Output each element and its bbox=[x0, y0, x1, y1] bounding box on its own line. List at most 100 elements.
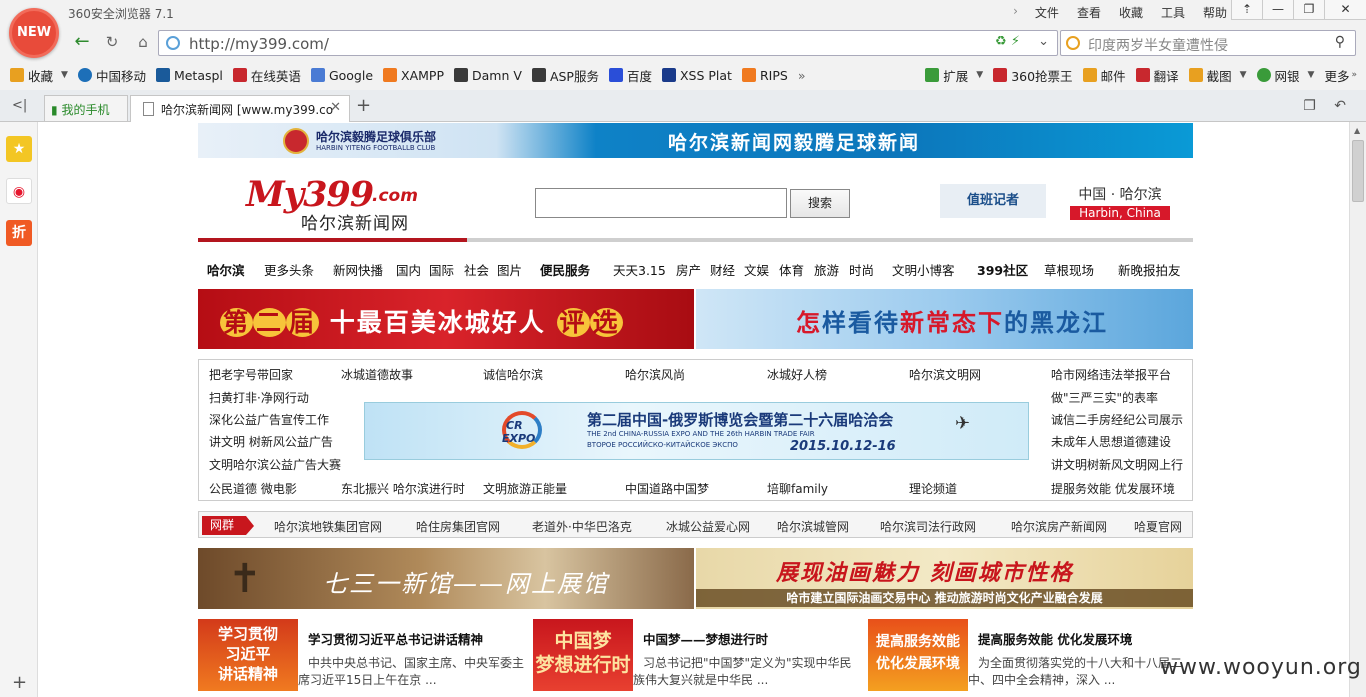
link-item[interactable]: 冰城道德故事 bbox=[341, 366, 413, 383]
toolbar-mail[interactable]: 邮件 bbox=[1078, 66, 1131, 85]
url-field[interactable]: http://my399.com/ ♻ ⚡ ⌄ bbox=[158, 30, 1058, 56]
vertical-scrollbar[interactable]: ▲ bbox=[1349, 122, 1366, 697]
close-button[interactable]: ✕ bbox=[1324, 0, 1366, 20]
link-item[interactable]: 诚信哈尔滨 bbox=[483, 366, 543, 383]
feature-thumbnail[interactable]: 提高服务效能 优化发展环境 bbox=[868, 619, 968, 691]
bookmark-dvwa[interactable]: Damn V bbox=[449, 68, 527, 83]
nav-international[interactable]: 国际 bbox=[429, 260, 454, 279]
nav-services[interactable]: 便民服务 bbox=[540, 260, 590, 279]
link-item[interactable]: 哈尔滨文明网 bbox=[909, 366, 981, 383]
menu-favorites[interactable]: 收藏 bbox=[1110, 4, 1152, 21]
refresh-button[interactable]: ↻ bbox=[100, 31, 124, 55]
link-item[interactable]: 中国道路中国梦 bbox=[625, 480, 709, 497]
nav-blog[interactable]: 文明小博客 bbox=[892, 260, 955, 279]
search-input[interactable]: 印度两岁半女童遭性侵 bbox=[1088, 35, 1228, 55]
link-item[interactable]: 诚信二手房经纪公司展示 bbox=[1051, 411, 1183, 428]
chevron-down-icon[interactable]: » bbox=[1351, 70, 1357, 80]
close-tab-icon[interactable]: ✕ bbox=[330, 100, 341, 115]
link-item[interactable]: 把老字号带回家 bbox=[209, 366, 293, 383]
new-normal-banner[interactable]: 怎样看待新常态下的黑龙江 bbox=[696, 289, 1193, 349]
bookmark-favorites[interactable]: 收藏 ▼ bbox=[0, 66, 73, 85]
chevron-down-icon[interactable]: ⌄ bbox=[1038, 34, 1049, 49]
site-group-link[interactable]: 老道外·中华巴洛克 bbox=[532, 518, 632, 535]
site-group-link[interactable]: 哈夏官网 bbox=[1134, 518, 1182, 535]
skin-icon[interactable]: ⇡ bbox=[1231, 0, 1262, 20]
url-text[interactable]: http://my399.com/ bbox=[189, 35, 329, 53]
scroll-thumb[interactable] bbox=[1352, 140, 1364, 202]
menu-help[interactable]: 帮助 bbox=[1194, 4, 1236, 21]
nav-community[interactable]: 399社区 bbox=[977, 260, 1028, 279]
bookmark-xampp[interactable]: XAMPP bbox=[378, 68, 449, 83]
menu-file[interactable]: 文件 bbox=[1026, 4, 1068, 21]
football-banner[interactable]: 哈尔滨毅腾足球俱乐部 HARBIN YITENG FOOTBALLB CLUB … bbox=[198, 123, 1193, 158]
toolbar-ticket[interactable]: 360抢票王 bbox=[988, 66, 1077, 85]
toolbar-translate[interactable]: 翻译 bbox=[1131, 66, 1184, 85]
site-group-link[interactable]: 哈尔滨司法行政网 bbox=[880, 518, 976, 535]
bookmark-rips[interactable]: RIPS bbox=[737, 68, 793, 83]
link-item[interactable]: 文明旅游正能量 bbox=[483, 480, 567, 497]
site-search-input[interactable] bbox=[535, 188, 787, 218]
feature-item-3[interactable]: 提高服务效能 优化发展环境 提高服务效能 优化发展环境 为全面贯彻落实党的十八大… bbox=[868, 619, 1198, 697]
toolbar-screenshot[interactable]: 截图 ▼ bbox=[1184, 66, 1252, 85]
nav-pictures[interactable]: 图片 bbox=[497, 260, 522, 279]
sidebar-toggle-icon[interactable]: <| bbox=[12, 98, 27, 113]
link-item[interactable]: 提服务效能 优发展环境 bbox=[1051, 480, 1175, 497]
nav-entertainment[interactable]: 文娱 bbox=[744, 260, 769, 279]
chevron-right-icon[interactable]: › bbox=[1013, 4, 1026, 21]
browser-new-badge[interactable]: NEW bbox=[9, 8, 59, 58]
add-sidebar-icon[interactable]: + bbox=[12, 672, 27, 693]
search-engine-icon[interactable] bbox=[1066, 36, 1080, 50]
bookmark-china-mobile[interactable]: 中国移动 bbox=[73, 66, 151, 85]
discount-icon[interactable]: 折 bbox=[6, 220, 32, 246]
search-field[interactable]: 印度两岁半女童遭性侵 ⚲ bbox=[1060, 30, 1356, 56]
site-group-link[interactable]: 冰城公益爱心网 bbox=[666, 518, 750, 535]
bookmarks-overflow-icon[interactable]: » bbox=[793, 68, 811, 83]
link-item[interactable]: 文明哈尔滨公益广告大赛 bbox=[209, 456, 341, 473]
link-item[interactable]: 讲文明树新风文明网上行 bbox=[1051, 456, 1183, 473]
bookmark-baidu[interactable]: 百度 bbox=[604, 66, 657, 85]
feature-item-2[interactable]: 中国梦 梦想进行时 中国梦——梦想进行时 习总书记把"中国梦"定义为"实现中华民… bbox=[533, 619, 863, 697]
link-item[interactable]: 冰城好人榜 bbox=[767, 366, 827, 383]
bookmark-google[interactable]: Google bbox=[306, 68, 378, 83]
back-button[interactable]: ← bbox=[70, 31, 94, 55]
nav-harbin[interactable]: 哈尔滨 bbox=[207, 260, 245, 279]
nav-travel[interactable]: 旅游 bbox=[814, 260, 839, 279]
feature-title[interactable]: 提高服务效能 优化发展环境 bbox=[978, 629, 1132, 648]
recycle-icon[interactable]: ♻ bbox=[995, 34, 1007, 49]
scroll-up-icon[interactable]: ▲ bbox=[1354, 126, 1360, 135]
site-group-link[interactable]: 哈尔滨城管网 bbox=[777, 518, 849, 535]
menu-view[interactable]: 查看 bbox=[1068, 4, 1110, 21]
good-people-banner[interactable]: 第二届 十最百美冰城好人 评选 bbox=[198, 289, 694, 349]
undo-close-icon[interactable]: ↶ bbox=[1334, 98, 1346, 114]
site-logo[interactable]: My399 .com 哈尔滨新闻网 bbox=[246, 174, 421, 234]
bookmark-asp[interactable]: ASP服务 bbox=[527, 66, 604, 85]
link-item[interactable]: 公民道德 微电影 bbox=[209, 480, 297, 497]
feature-title[interactable]: 中国梦——梦想进行时 bbox=[643, 629, 768, 648]
bookmark-english[interactable]: 在线英语 bbox=[228, 66, 306, 85]
link-item[interactable]: 哈尔滨风尚 bbox=[625, 366, 685, 383]
weibo-icon[interactable]: ◉ bbox=[6, 178, 32, 204]
link-item[interactable]: 做"三严三实"的表率 bbox=[1051, 389, 1158, 406]
new-tab-button[interactable]: + bbox=[356, 95, 371, 116]
nav-society[interactable]: 社会 bbox=[464, 260, 489, 279]
nav-more-headlines[interactable]: 更多头条 bbox=[264, 260, 314, 279]
tab-active[interactable]: 哈尔滨新闻网 [www.my399.co ✕ bbox=[130, 95, 350, 122]
feature-item-1[interactable]: 学习贯彻 习近平 讲话精神 学习贯彻习近平总书记讲话精神 中共中央总书记、国家主… bbox=[198, 619, 528, 697]
bookmark-metasploit[interactable]: Metaspl bbox=[151, 68, 228, 83]
duty-reporter-link[interactable]: 值班记者 bbox=[940, 184, 1046, 218]
home-button[interactable]: ⌂ bbox=[131, 31, 155, 55]
link-item[interactable]: 未成年人思想道德建设 bbox=[1051, 433, 1171, 450]
toolbar-bank[interactable]: 网银 ▼ bbox=[1252, 66, 1320, 85]
link-item[interactable]: 哈市网络违法举报平台 bbox=[1051, 366, 1171, 383]
toolbar-more[interactable]: 更多» bbox=[1319, 66, 1362, 85]
nav-quick-news[interactable]: 新网快播 bbox=[333, 260, 383, 279]
feature-title[interactable]: 学习贯彻习近平总书记讲话精神 bbox=[308, 629, 483, 648]
oil-painting-banner[interactable]: 展现油画魅力 刻画城市性格 哈市建立国际油画交易中心 推动旅游时尚文化产业融合发… bbox=[696, 548, 1193, 609]
nav-domestic[interactable]: 国内 bbox=[396, 260, 421, 279]
link-item[interactable]: 培聊family bbox=[767, 480, 828, 497]
bookmark-xss[interactable]: XSS Plat bbox=[657, 68, 737, 83]
chevron-down-icon[interactable]: ▼ bbox=[976, 70, 983, 80]
tab-list-icon[interactable]: ❐ bbox=[1303, 98, 1316, 114]
tab-my-phone[interactable]: ▮ 我的手机 bbox=[44, 95, 128, 121]
link-item[interactable]: 理论频道 bbox=[909, 480, 957, 497]
